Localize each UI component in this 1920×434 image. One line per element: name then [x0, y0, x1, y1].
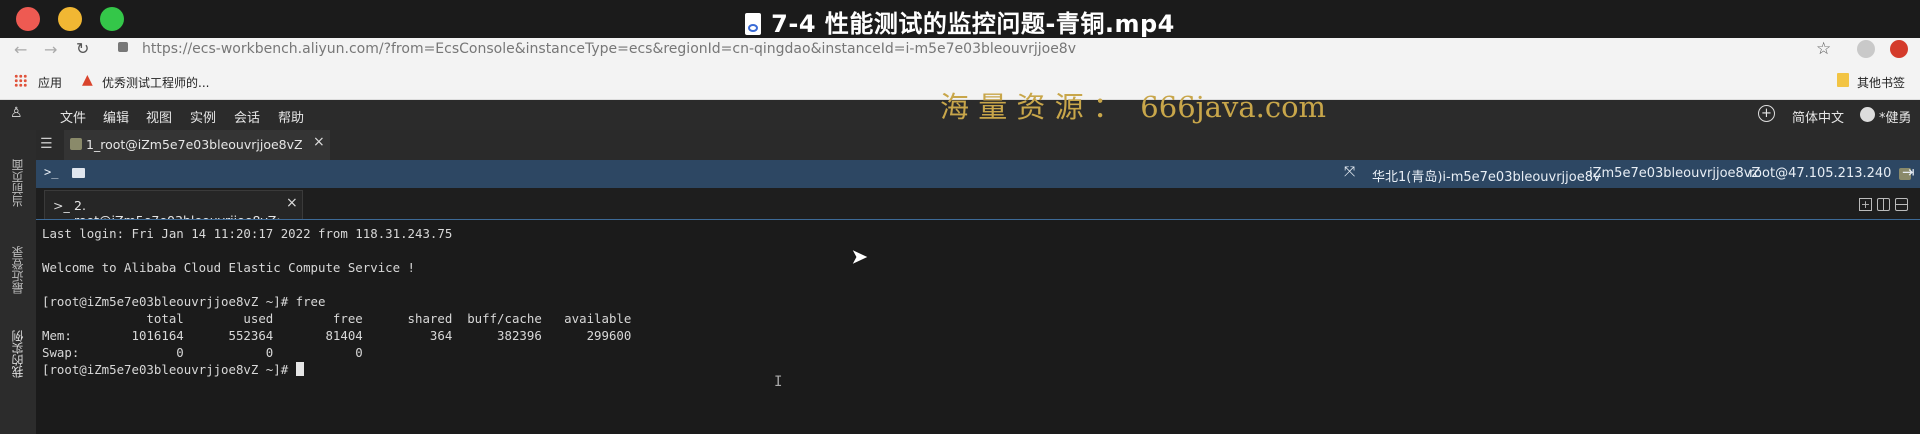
menu-view[interactable]: 视图 — [146, 107, 172, 126]
url-field[interactable]: https://ecs-workbench.aliyun.com/?from=E… — [142, 41, 1076, 57]
linux-icon: ♙ — [10, 105, 23, 121]
sidebar-my-instances[interactable]: 我的实例 — [9, 306, 26, 378]
instance-region-id: 华北1(青岛)i-m5e7e03bleouvrjjoe8v — [1372, 170, 1601, 185]
browser-address-bar: ← → ↻ https://ecs-workbench.aliyun.com/?… — [0, 38, 1920, 64]
session-tab-bar: ☰ 1_root@iZm5e7e03bleouvrjjoe8vZ × — [36, 130, 1920, 160]
session-tab[interactable]: 1_root@iZm5e7e03bleouvrjjoe8vZ × — [64, 130, 330, 160]
split-vertical-icon[interactable] — [1877, 198, 1890, 211]
terminal-cursor — [295, 362, 304, 376]
folder-icon[interactable] — [72, 168, 85, 178]
bookmark-star-icon[interactable]: ☆ — [1816, 39, 1831, 59]
mouse-pointer-icon: ➤ — [851, 241, 870, 276]
terminal-output[interactable]: Last login: Fri Jan 14 11:20:17 2022 fro… — [36, 220, 1920, 434]
forward-arrow-icon[interactable]: → — [44, 40, 57, 59]
window-titlebar: 7-4 性能测试的监控问题-青铜.mp4 — [0, 0, 1920, 38]
add-circle-icon[interactable]: + — [1758, 105, 1775, 122]
new-pane-icon[interactable]: + — [1859, 198, 1872, 211]
close-tab-icon[interactable]: × — [313, 134, 325, 150]
apps-grid-icon[interactable] — [14, 74, 27, 87]
user-avatar — [1860, 107, 1875, 122]
extension-icon[interactable] — [1890, 40, 1908, 58]
bookmark-test-engineer[interactable]: 优秀测试工程师的... — [102, 74, 209, 91]
window-title-text: 7-4 性能测试的监控问题-青铜.mp4 — [771, 10, 1175, 38]
user-name[interactable]: *健勇 — [1879, 107, 1912, 126]
fullscreen-icon[interactable]: ⤧ — [1344, 164, 1355, 180]
instance-login: root@47.105.213.240 — [1749, 166, 1892, 181]
terminal-prompt-icon: >_ — [53, 198, 70, 213]
sidebar-recent-login[interactable]: 最近登录 — [9, 222, 26, 294]
terminal-line: Last login: Fri Jan 14 11:20:17 2022 fro… — [42, 226, 453, 241]
menu-help[interactable]: 帮助 — [278, 107, 304, 126]
terminal-line: Mem: 1016164 552364 81404 364 382396 299… — [42, 328, 632, 343]
window-title: 7-4 性能测试的监控问题-青铜.mp4 — [0, 4, 1920, 39]
flame-icon: ▲ — [82, 72, 93, 88]
instance-info-bar: >_ ⤧ 华北1(青岛)i-m5e7e03bleouvrjjoe8v iZm5e… — [36, 160, 1920, 188]
split-horizontal-icon[interactable] — [1895, 198, 1908, 211]
terminal-prompt: [root@iZm5e7e03bleouvrjjoe8vZ ~]# — [42, 362, 296, 377]
server-icon — [70, 138, 82, 150]
session-tab-label: 1_root@iZm5e7e03bleouvrjjoe8vZ — [86, 137, 303, 152]
folder-icon — [1837, 73, 1849, 87]
left-sidebar: 当前页面 最近登录 我的实例 — [0, 130, 36, 434]
collapse-menu-icon[interactable]: ☰ — [40, 136, 53, 152]
menu-file[interactable]: 文件 — [60, 107, 86, 126]
terminal-tab[interactable]: >_ 2. root@iZm5e7e03bleouvrjjoe8vZ:~ × — [44, 190, 303, 228]
bookmark-apps[interactable]: 应用 — [38, 74, 62, 91]
logout-icon[interactable]: ⇥ — [1902, 163, 1915, 181]
app-menubar: ♙ 文件 编辑 视图 实例 会话 帮助 海 量 资 源 ： 666java.co… — [0, 90, 1920, 130]
terminal-line: Swap: 0 0 0 — [42, 345, 363, 360]
terminal-prompt-line: [root@iZm5e7e03bleouvrjjoe8vZ ~]# — [42, 361, 631, 378]
back-arrow-icon[interactable]: ← — [14, 40, 27, 59]
sidebar-current-page[interactable]: 当前页面 — [9, 135, 26, 207]
lock-icon — [118, 42, 128, 52]
watermark: 海 量 资 源 ： 666java.com — [940, 90, 1327, 124]
language-selector[interactable]: 简体中文 — [1792, 107, 1844, 126]
terminal-icon[interactable]: >_ — [44, 165, 58, 179]
menu-instance[interactable]: 实例 — [190, 107, 216, 126]
video-file-icon — [745, 13, 762, 35]
terminal-line: Welcome to Alibaba Cloud Elastic Compute… — [42, 260, 415, 275]
close-tab-icon[interactable]: × — [286, 195, 298, 211]
instance-hostname: iZm5e7e03bleouvrjjoe8vZ — [1589, 166, 1761, 181]
reload-icon[interactable]: ↻ — [76, 39, 89, 58]
profile-avatar[interactable] — [1857, 40, 1875, 58]
terminal-tab-bar: >_ 2. root@iZm5e7e03bleouvrjjoe8vZ:~ × + — [36, 188, 1920, 228]
bookmark-other[interactable]: 其他书签 — [1857, 74, 1905, 91]
text-cursor-icon: I — [774, 374, 783, 390]
menu-session[interactable]: 会话 — [234, 107, 260, 126]
terminal-line: total used free shared buff/cache availa… — [42, 311, 632, 326]
menu-edit[interactable]: 编辑 — [103, 107, 129, 126]
terminal-line: [root@iZm5e7e03bleouvrjjoe8vZ ~]# free — [42, 294, 326, 309]
